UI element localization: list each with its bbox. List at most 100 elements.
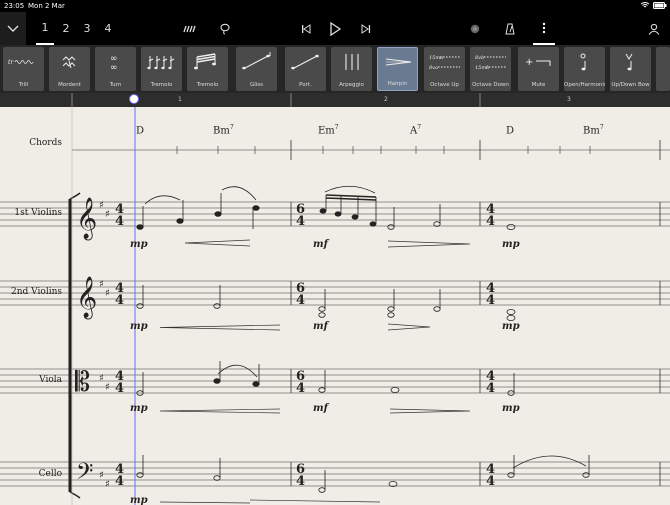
user-icon [648,23,660,35]
svg-text:tr: tr [8,59,14,66]
svg-text:4: 4 [115,381,124,396]
metronome-button[interactable] [502,12,518,45]
svg-text:4: 4 [296,214,305,229]
status-time: 23:05 [4,2,25,10]
tab-1[interactable]: 1 [36,12,54,45]
tab-3[interactable]: 3 [78,12,96,45]
instrument-viola[interactable]: Viola [0,375,62,385]
svg-text:∞: ∞ [110,63,118,72]
svg-text:8va: 8va [429,65,438,71]
svg-text:♯: ♯ [105,209,110,220]
instrument-1st-violins[interactable]: 1st Violins [0,208,62,218]
wifi-icon [640,2,650,11]
play-button[interactable] [325,12,345,45]
chord-symbol[interactable]: Bm7 [213,124,234,136]
tool-turn[interactable]: ∞ ∞ Turn [95,47,136,91]
more-button[interactable] [533,12,555,45]
instrument-cello[interactable]: Cello [0,469,62,479]
skip-forward-icon [361,23,371,34]
dynamic-marking[interactable]: mf [313,321,328,332]
dynamic-marking[interactable]: mp [502,403,520,414]
svg-text:15ma: 15ma [429,55,443,61]
mute-icon: + [525,57,551,68]
score-canvas: 𝄞 𝄞 𝄡 𝄢 ♯♯ ♯♯ ♯♯ ♯♯ 44 44 44 44 64 64 64… [0,107,670,505]
score-view[interactable]: 𝄞 𝄞 𝄡 𝄢 ♯ ♯ ♯ ♯ ♯ ♯ ♯ ♯ 44 44 44 44 64 64 64… [0,107,670,505]
tool-gliss[interactable]: Gliss [236,47,277,91]
status-icon [470,24,480,33]
svg-text:4: 4 [486,474,495,489]
chord-symbol[interactable]: D [136,124,144,136]
bar-ruler[interactable]: 1 2 3 [0,93,670,107]
svg-text:♯: ♯ [105,382,110,393]
svg-text:𝄞: 𝄞 [76,276,97,319]
tool-tremolo-1[interactable]: Tremolo [141,47,182,91]
tremolo-beamed-icon [194,53,216,70]
tool-mordent[interactable]: Mordent [49,47,90,91]
svg-text:4: 4 [115,474,124,489]
tool-portamento[interactable]: Port. [285,47,326,91]
chord-symbol[interactable]: D [506,124,514,136]
svg-text:4: 4 [486,381,495,396]
tool-octave-up[interactable]: 15ma 8va Octave Up [424,47,465,91]
play-icon [330,21,341,36]
collapse-button[interactable] [0,12,26,45]
hairpin-icon [385,58,412,66]
ruler-bar-2: 2 [384,96,388,103]
tab-2[interactable]: 2 [57,12,75,45]
chord-symbol[interactable]: A7 [410,124,421,136]
tool-up-down-bow[interactable]: Up/Down Bow [610,47,651,91]
tool-hairpin[interactable]: Hairpin [377,47,418,91]
svg-text:𝄡: 𝄡 [75,367,90,398]
gliss-icon [242,52,271,70]
octave-down-icon: 8vb 15mb [475,55,506,71]
svg-text:𝄞: 𝄞 [76,197,97,240]
dynamic-marking[interactable]: mp [130,321,148,332]
tool-tremolo-2[interactable]: Tremolo [187,47,228,91]
svg-text:♯: ♯ [99,373,104,384]
battery-icon [653,2,667,11]
tool-open-harmonic[interactable]: Open/Harmonic [564,47,605,91]
dynamic-marking[interactable]: mp [130,239,148,250]
instrument-chords[interactable]: Chords [0,138,62,148]
tool-trill[interactable]: tr Trill [3,47,44,91]
playhead-handle[interactable] [129,94,139,104]
tool-mute[interactable]: + Mute [518,47,559,91]
rewind-button[interactable] [297,12,315,45]
tool-octave-down[interactable]: 8vb 15mb Octave Down [470,47,511,91]
mordent-icon [62,56,76,69]
account-button[interactable] [645,12,663,45]
svg-text:♯: ♯ [105,479,110,490]
chevron-down-icon [7,25,19,32]
instrument-2nd-violins[interactable]: 2nd Violins [0,287,62,297]
dynamic-marking[interactable]: mp [130,403,148,414]
dynamic-marking[interactable]: mf [313,239,328,250]
dynamic-marking[interactable]: mp [130,495,148,505]
svg-text:♯: ♯ [99,279,104,290]
chord-symbol[interactable]: Bm7 [583,124,604,136]
dynamic-marking[interactable]: mp [502,321,520,332]
more-icon [542,22,546,33]
lasso-button[interactable] [215,12,235,45]
octave-up-icon: 15ma 8va [429,55,460,71]
forward-button[interactable] [357,12,375,45]
chord-symbol[interactable]: Em7 [318,124,339,136]
svg-text:𝄢: 𝄢 [76,459,93,490]
ruler-bar-3: 3 [567,96,571,103]
status-indicator[interactable] [467,12,483,45]
svg-text:4: 4 [486,214,495,229]
dynamic-marking[interactable]: mf [313,403,328,414]
notation-palette: tr Trill Mordent ∞ ∞ Turn Tremolo Tremolo… [0,45,670,93]
status-date: Mon 2 Mar [28,2,65,10]
trill-icon: tr [8,59,34,66]
svg-text:+: + [525,57,533,68]
note-input-button[interactable] [180,12,200,45]
svg-text:4: 4 [296,293,305,308]
arpeggio-icon [345,54,359,70]
dynamic-marking[interactable]: mp [502,239,520,250]
svg-text:♯: ♯ [99,200,104,211]
portamento-icon [291,54,319,70]
tab-4[interactable]: 4 [99,12,117,45]
open-harmonic-icon [580,53,586,71]
tool-arpeggio[interactable]: Arpeggio [331,47,372,91]
tool-more[interactable] [656,47,670,91]
